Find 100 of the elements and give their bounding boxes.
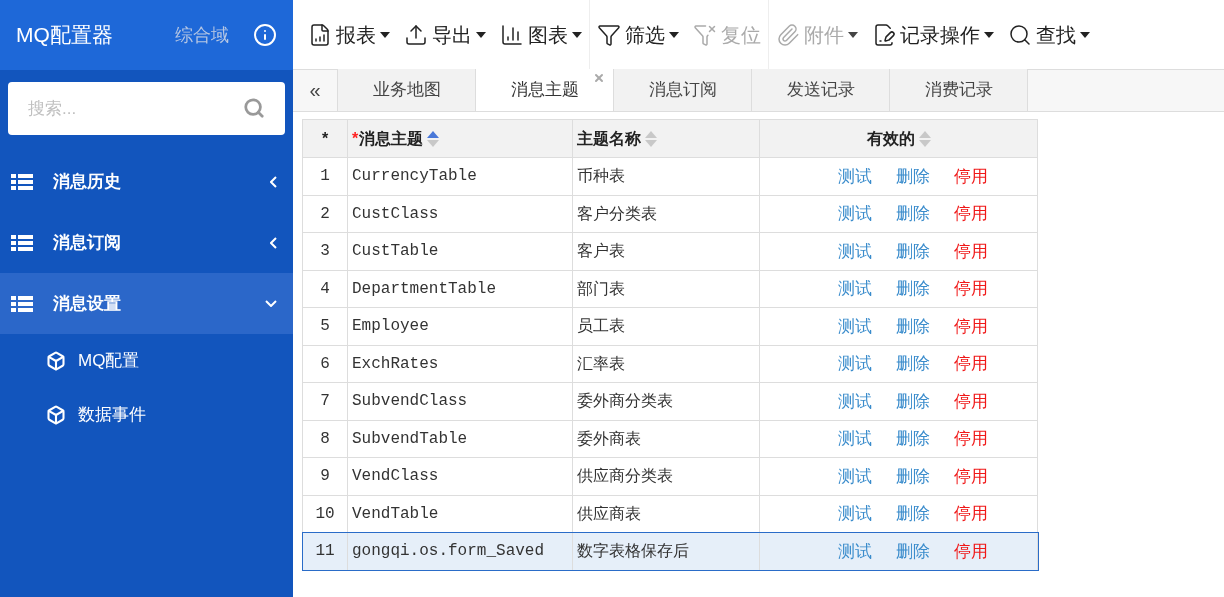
chevron-left-icon: [270, 175, 277, 188]
nav-item[interactable]: 消息订阅: [0, 212, 293, 273]
search-field[interactable]: 搜索...: [8, 82, 285, 135]
name-cell: 部门表: [572, 270, 760, 308]
upload-icon: [404, 22, 428, 47]
action-link[interactable]: 测试: [837, 201, 872, 227]
nav-subitem[interactable]: MQ配置: [0, 334, 293, 388]
table-row[interactable]: 2 CustClass 客户分类表 测试 删除 停用: [302, 195, 1038, 233]
action-link[interactable]: 测试: [837, 538, 872, 564]
action-link[interactable]: 停用: [953, 538, 988, 564]
list-icon: [11, 173, 33, 190]
action-link[interactable]: 停用: [953, 351, 988, 377]
tab[interactable]: 业务地图: [338, 69, 476, 111]
action-link[interactable]: 删除: [895, 276, 930, 302]
nav-subitem[interactable]: 数据事件: [0, 388, 293, 442]
action-link[interactable]: 测试: [837, 351, 872, 377]
action-link[interactable]: 删除: [895, 351, 930, 377]
search-icon[interactable]: [243, 97, 265, 119]
action-link[interactable]: 测试: [837, 313, 872, 339]
action-link[interactable]: 测试: [837, 276, 872, 302]
action-link[interactable]: 删除: [895, 201, 930, 227]
column-header[interactable]: *: [302, 119, 348, 158]
filter-icon: [597, 22, 621, 47]
tab[interactable]: 消费记录: [890, 69, 1028, 111]
report-icon: [308, 22, 332, 47]
action-link[interactable]: 删除: [895, 313, 930, 339]
domain-label[interactable]: 综合域: [175, 21, 229, 49]
name-cell: 供应商分类表: [572, 457, 760, 495]
table-row[interactable]: 4 DepartmentTable 部门表 测试 删除 停用: [302, 270, 1038, 308]
toolbar-button[interactable]: 导出: [397, 0, 493, 69]
name-cell: 币种表: [572, 157, 760, 195]
tab[interactable]: 消息订阅: [614, 69, 752, 111]
action-link[interactable]: 测试: [837, 463, 872, 489]
action-link[interactable]: 删除: [895, 238, 930, 264]
action-link[interactable]: 停用: [953, 501, 988, 527]
toolbar-button[interactable]: 记录操作: [865, 0, 1001, 69]
action-link[interactable]: 删除: [895, 388, 930, 414]
action-link[interactable]: 测试: [837, 388, 872, 414]
toolbar-button[interactable]: 报表: [301, 0, 397, 69]
action-link[interactable]: 停用: [953, 201, 988, 227]
app-title: MQ配置器: [16, 22, 113, 49]
action-link[interactable]: 停用: [953, 276, 988, 302]
action-link[interactable]: 停用: [953, 238, 988, 264]
action-link[interactable]: 测试: [837, 426, 872, 452]
tab[interactable]: 发送记录: [752, 69, 890, 111]
toolbar-button[interactable]: 查找: [1001, 0, 1097, 69]
paperclip-icon: [776, 22, 800, 47]
action-link[interactable]: 删除: [895, 538, 930, 564]
table-row[interactable]: 1 CurrencyTable 币种表 测试 删除 停用: [302, 157, 1038, 195]
table-row[interactable]: 11 gongqi.os.form_Saved 数字表格保存后 测试 删除 停用: [302, 532, 1038, 570]
topic-cell: Employee: [347, 307, 573, 345]
topic-cell: CustClass: [347, 195, 573, 233]
name-cell: 委外商表: [572, 420, 760, 458]
action-link[interactable]: 删除: [895, 463, 930, 489]
info-icon[interactable]: [253, 23, 277, 47]
table-row[interactable]: 9 VendClass 供应商分类表 测试 删除 停用: [302, 457, 1038, 495]
action-link[interactable]: 测试: [837, 238, 872, 264]
name-cell: 员工表: [572, 307, 760, 345]
action-link[interactable]: 停用: [953, 426, 988, 452]
document-edit-icon: [872, 22, 896, 47]
topic-cell: DepartmentTable: [347, 270, 573, 308]
table-row[interactable]: 8 SubvendTable 委外商表 测试 删除 停用: [302, 420, 1038, 458]
nav-item[interactable]: 消息设置: [0, 273, 293, 334]
tab[interactable]: 消息主题: [476, 69, 614, 111]
topic-cell: SubvendClass: [347, 382, 573, 420]
name-cell: 客户表: [572, 232, 760, 270]
topic-cell: ExchRates: [347, 345, 573, 383]
cube-icon: [46, 351, 66, 371]
name-cell: 委外商分类表: [572, 382, 760, 420]
action-link[interactable]: 停用: [953, 163, 988, 189]
bar-chart-icon: [500, 22, 524, 47]
row-number: 9: [302, 457, 348, 495]
action-link[interactable]: 测试: [837, 163, 872, 189]
name-cell: 客户分类表: [572, 195, 760, 233]
row-number: 8: [302, 420, 348, 458]
chevron-down-icon: [265, 300, 277, 307]
nav-item[interactable]: 消息历史: [0, 151, 293, 212]
close-icon[interactable]: [593, 72, 605, 84]
table-row[interactable]: 6 ExchRates 汇率表 测试 删除 停用: [302, 345, 1038, 383]
action-link[interactable]: 停用: [953, 313, 988, 339]
table-row[interactable]: 7 SubvendClass 委外商分类表 测试 删除 停用: [302, 382, 1038, 420]
column-header[interactable]: 有效的: [759, 119, 1038, 158]
action-link[interactable]: 停用: [953, 388, 988, 414]
row-number: 2: [302, 195, 348, 233]
row-number: 4: [302, 270, 348, 308]
action-link[interactable]: 删除: [895, 426, 930, 452]
row-number: 3: [302, 232, 348, 270]
action-link[interactable]: 停用: [953, 463, 988, 489]
sort-icon[interactable]: [427, 129, 440, 148]
action-link[interactable]: 测试: [837, 501, 872, 527]
table-row[interactable]: 5 Employee 员工表 测试 删除 停用: [302, 307, 1038, 345]
toolbar-button[interactable]: 图表: [493, 0, 589, 69]
column-header[interactable]: *消息主题: [347, 119, 573, 158]
topic-cell: VendClass: [347, 457, 573, 495]
required-mark: *: [352, 128, 359, 149]
action-link[interactable]: 删除: [895, 163, 930, 189]
column-header[interactable]: 主题名称: [572, 119, 760, 158]
list-icon: [11, 295, 33, 312]
action-link[interactable]: 删除: [895, 501, 930, 527]
table-row[interactable]: 3 CustTable 客户表 测试 删除 停用: [302, 232, 1038, 270]
